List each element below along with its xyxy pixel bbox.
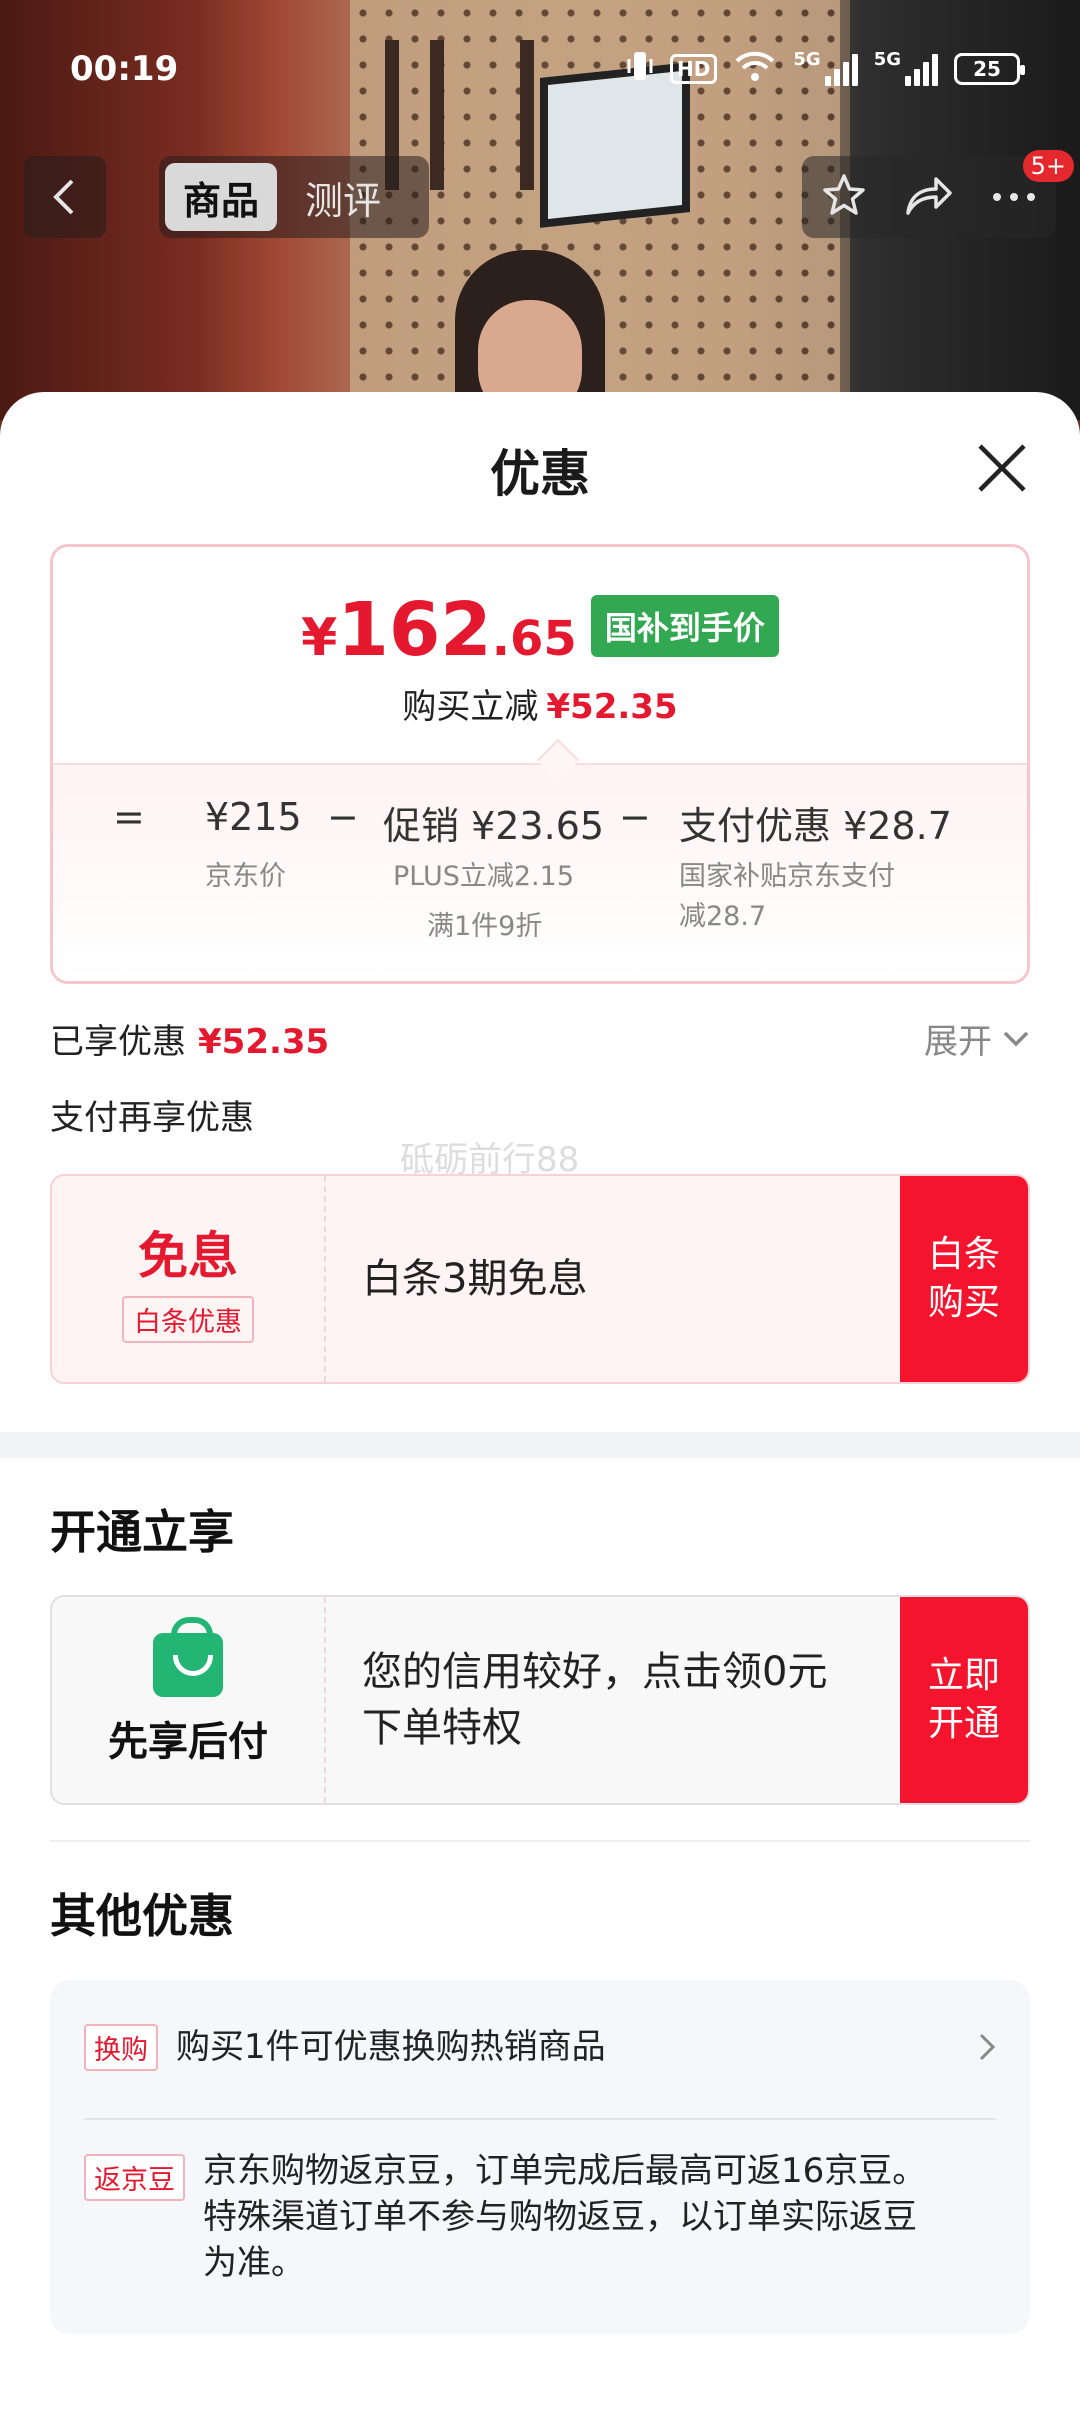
- bottom-fade: [0, 2372, 1080, 2412]
- share-button[interactable]: [904, 173, 954, 221]
- price-decimal: .65: [491, 611, 577, 667]
- battery-level: 25: [973, 57, 1001, 81]
- vibrate-icon: [626, 49, 654, 89]
- minus-sign: −: [327, 795, 359, 839]
- more-dots-icon: [993, 192, 1036, 201]
- open-section-title: 开通立享: [50, 1505, 234, 1559]
- nav-actions: 5+: [802, 150, 1074, 238]
- signal-icon-2: [905, 52, 938, 86]
- signal-icon: [824, 52, 858, 86]
- jd-price-label: 京东价: [205, 861, 286, 892]
- other-section-title: 其他优惠: [50, 1889, 234, 1943]
- close-icon: [978, 444, 1026, 492]
- top-nav: 商品 测评 5+: [24, 150, 1074, 238]
- battery-icon: 25: [954, 53, 1025, 85]
- divider: [50, 1840, 1030, 1842]
- purchase-reduction: 购买立减 ¥52.35: [53, 679, 1027, 728]
- row-divider: [84, 2118, 996, 2120]
- jingdou-row: 返京豆 京东购物返京豆，订单完成后最高可返16京豆。特殊渠道订单不参与购物返豆，…: [84, 2148, 950, 2286]
- trade-in-tag: 换购: [84, 2023, 158, 2071]
- price-card: ¥ 162 .65 国补到手价 购买立减 ¥52.35 = ¥215 京东价 − …: [50, 544, 1030, 984]
- credit-title: 先享后付: [108, 1719, 268, 1765]
- jd-price: ¥215: [205, 795, 302, 839]
- pay-more-label: 支付再享优惠: [50, 1098, 254, 1138]
- saved-discount: 已享优惠 ¥52.35: [50, 1014, 329, 1063]
- network-label-2: 5G: [873, 49, 901, 70]
- sheet-title: 优惠: [490, 445, 590, 503]
- favorite-star-button[interactable]: [821, 172, 867, 222]
- hd-icon: HD: [670, 54, 718, 84]
- pay-discount-sub1: 国家补贴京东支付: [679, 861, 895, 892]
- trade-in-row[interactable]: 换购 购买1件可优惠换购热销商品: [84, 2008, 996, 2086]
- baitiao-offer-card: 免息 白条优惠 白条3期免息 白条购买: [50, 1174, 1030, 1384]
- subsidy-price-tag: 国补到手价: [590, 595, 779, 657]
- share-icon: [906, 177, 952, 215]
- price-integer: 162: [337, 587, 492, 673]
- equals-sign: =: [113, 795, 145, 839]
- tab-product[interactable]: 商品: [165, 163, 278, 231]
- credit-badge: 先享后付: [52, 1597, 326, 1803]
- jingdou-tag: 返京豆: [84, 2154, 185, 2201]
- minus-sign-2: −: [619, 795, 651, 839]
- promo-plus-reduction: PLUS立减2.15: [393, 861, 574, 892]
- pay-discount-sub2: 减28.7: [679, 901, 767, 932]
- price-summary: ¥ 162 .65 国补到手价 购买立减 ¥52.35: [53, 547, 1027, 763]
- promo-discount: 满1件9折: [427, 911, 543, 942]
- wifi-icon: [733, 49, 777, 89]
- status-icons: HD 5G 5G 25: [626, 49, 1025, 89]
- network-label-1: 5G: [793, 49, 821, 70]
- credit-text: 您的信用较好，点击领0元下单特权: [362, 1649, 828, 1751]
- reduce-label: 购买立减: [402, 687, 539, 727]
- chevron-left-icon: [53, 179, 74, 215]
- expand-label: 展开: [924, 1022, 992, 1062]
- star-icon: [822, 174, 865, 215]
- saved-value: ¥52.35: [198, 1022, 330, 1062]
- notification-badge: 5+: [1022, 150, 1074, 182]
- baitiao-buy-button[interactable]: 白条购买: [900, 1176, 1028, 1382]
- baitiao-tag: 白条优惠: [122, 1295, 254, 1343]
- price-currency: ¥: [301, 608, 338, 668]
- saved-label: 已享优惠: [50, 1022, 186, 1062]
- section-divider: [0, 1432, 1080, 1458]
- interest-free-title: 免息: [138, 1226, 238, 1285]
- tab-switcher: 商品 测评: [159, 156, 429, 238]
- baitiao-text: 白条3期免息: [362, 1256, 588, 1302]
- more-button[interactable]: [991, 188, 1037, 207]
- baitiao-badge: 免息 白条优惠: [52, 1176, 326, 1382]
- expand-toggle[interactable]: 展开: [924, 1014, 1030, 1063]
- discount-sheet: 优惠 ¥ 162 .65 国补到手价 购买立减 ¥52.35 = ¥215 京东价…: [0, 392, 1080, 2412]
- price-breakdown: = ¥215 京东价 − 促销 ¥23.65 PLUS立减2.15 满1件9折 …: [53, 763, 1027, 981]
- status-time: 00:19: [70, 49, 179, 89]
- tab-review[interactable]: 测评: [287, 163, 399, 231]
- reduce-value: ¥52.35: [546, 687, 678, 727]
- credit-offer-card: 先享后付 您的信用较好，点击领0元下单特权 立即开通: [50, 1595, 1030, 1805]
- chevron-right-icon: [979, 2033, 996, 2061]
- trade-in-text: 购买1件可优惠换购热销商品: [176, 2027, 606, 2067]
- activate-now-button[interactable]: 立即开通: [900, 1597, 1028, 1803]
- back-button[interactable]: [24, 156, 106, 238]
- close-button[interactable]: [974, 440, 1030, 496]
- final-price: ¥ 162 .65 国补到手价: [53, 587, 1027, 673]
- promo-amount: 促销 ¥23.65: [383, 804, 605, 848]
- shopping-bag-icon: [153, 1617, 223, 1697]
- jingdou-text: 京东购物返京豆，订单完成后最高可返16京豆。特殊渠道订单不参与购物返豆，以订单实…: [203, 2151, 927, 2283]
- status-bar: 00:19 HD 5G 5G 25: [70, 44, 1025, 94]
- pay-discount: 支付优惠 ¥28.7: [679, 804, 952, 848]
- other-offers-card: 换购 购买1件可优惠换购热销商品 返京豆 京东购物返京豆，订单完成后最高可返16…: [50, 1980, 1030, 2334]
- chevron-down-icon: [1003, 1031, 1029, 1046]
